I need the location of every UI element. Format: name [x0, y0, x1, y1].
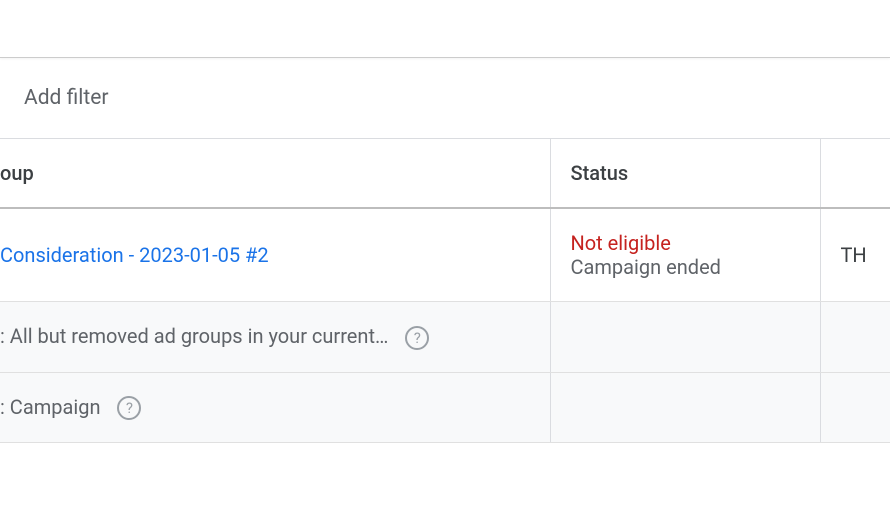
table-row: Consideration - 2023-01-05 #2 Not eligib… — [0, 208, 890, 302]
cell-last: TH — [820, 208, 890, 302]
add-filter-label: Add filter — [24, 86, 108, 110]
status-primary: Not eligible — [571, 231, 800, 255]
table-summary-row: : All but removed ad groups in your curr… — [0, 302, 890, 373]
column-header-group[interactable]: oup — [0, 139, 550, 209]
column-header-status[interactable]: Status — [550, 139, 820, 209]
summary-text: : All but removed ad groups in your curr… — [0, 324, 388, 348]
column-header-last[interactable] — [820, 139, 890, 209]
ad-group-link[interactable]: Consideration - 2023-01-05 #2 — [0, 243, 269, 267]
add-filter-button[interactable]: Add filter — [0, 58, 890, 138]
top-toolbar-spacer — [0, 0, 890, 58]
status-secondary: Campaign ended — [571, 255, 800, 279]
summary-text: : Campaign — [0, 395, 101, 419]
table-summary-row: : Campaign ? — [0, 372, 890, 443]
help-icon[interactable]: ? — [117, 396, 141, 420]
help-icon[interactable]: ? — [405, 326, 429, 350]
table-header-row: oup Status — [0, 139, 890, 209]
ad-groups-table: oup Status Consideration - 2023-01-05 #2… — [0, 138, 890, 443]
